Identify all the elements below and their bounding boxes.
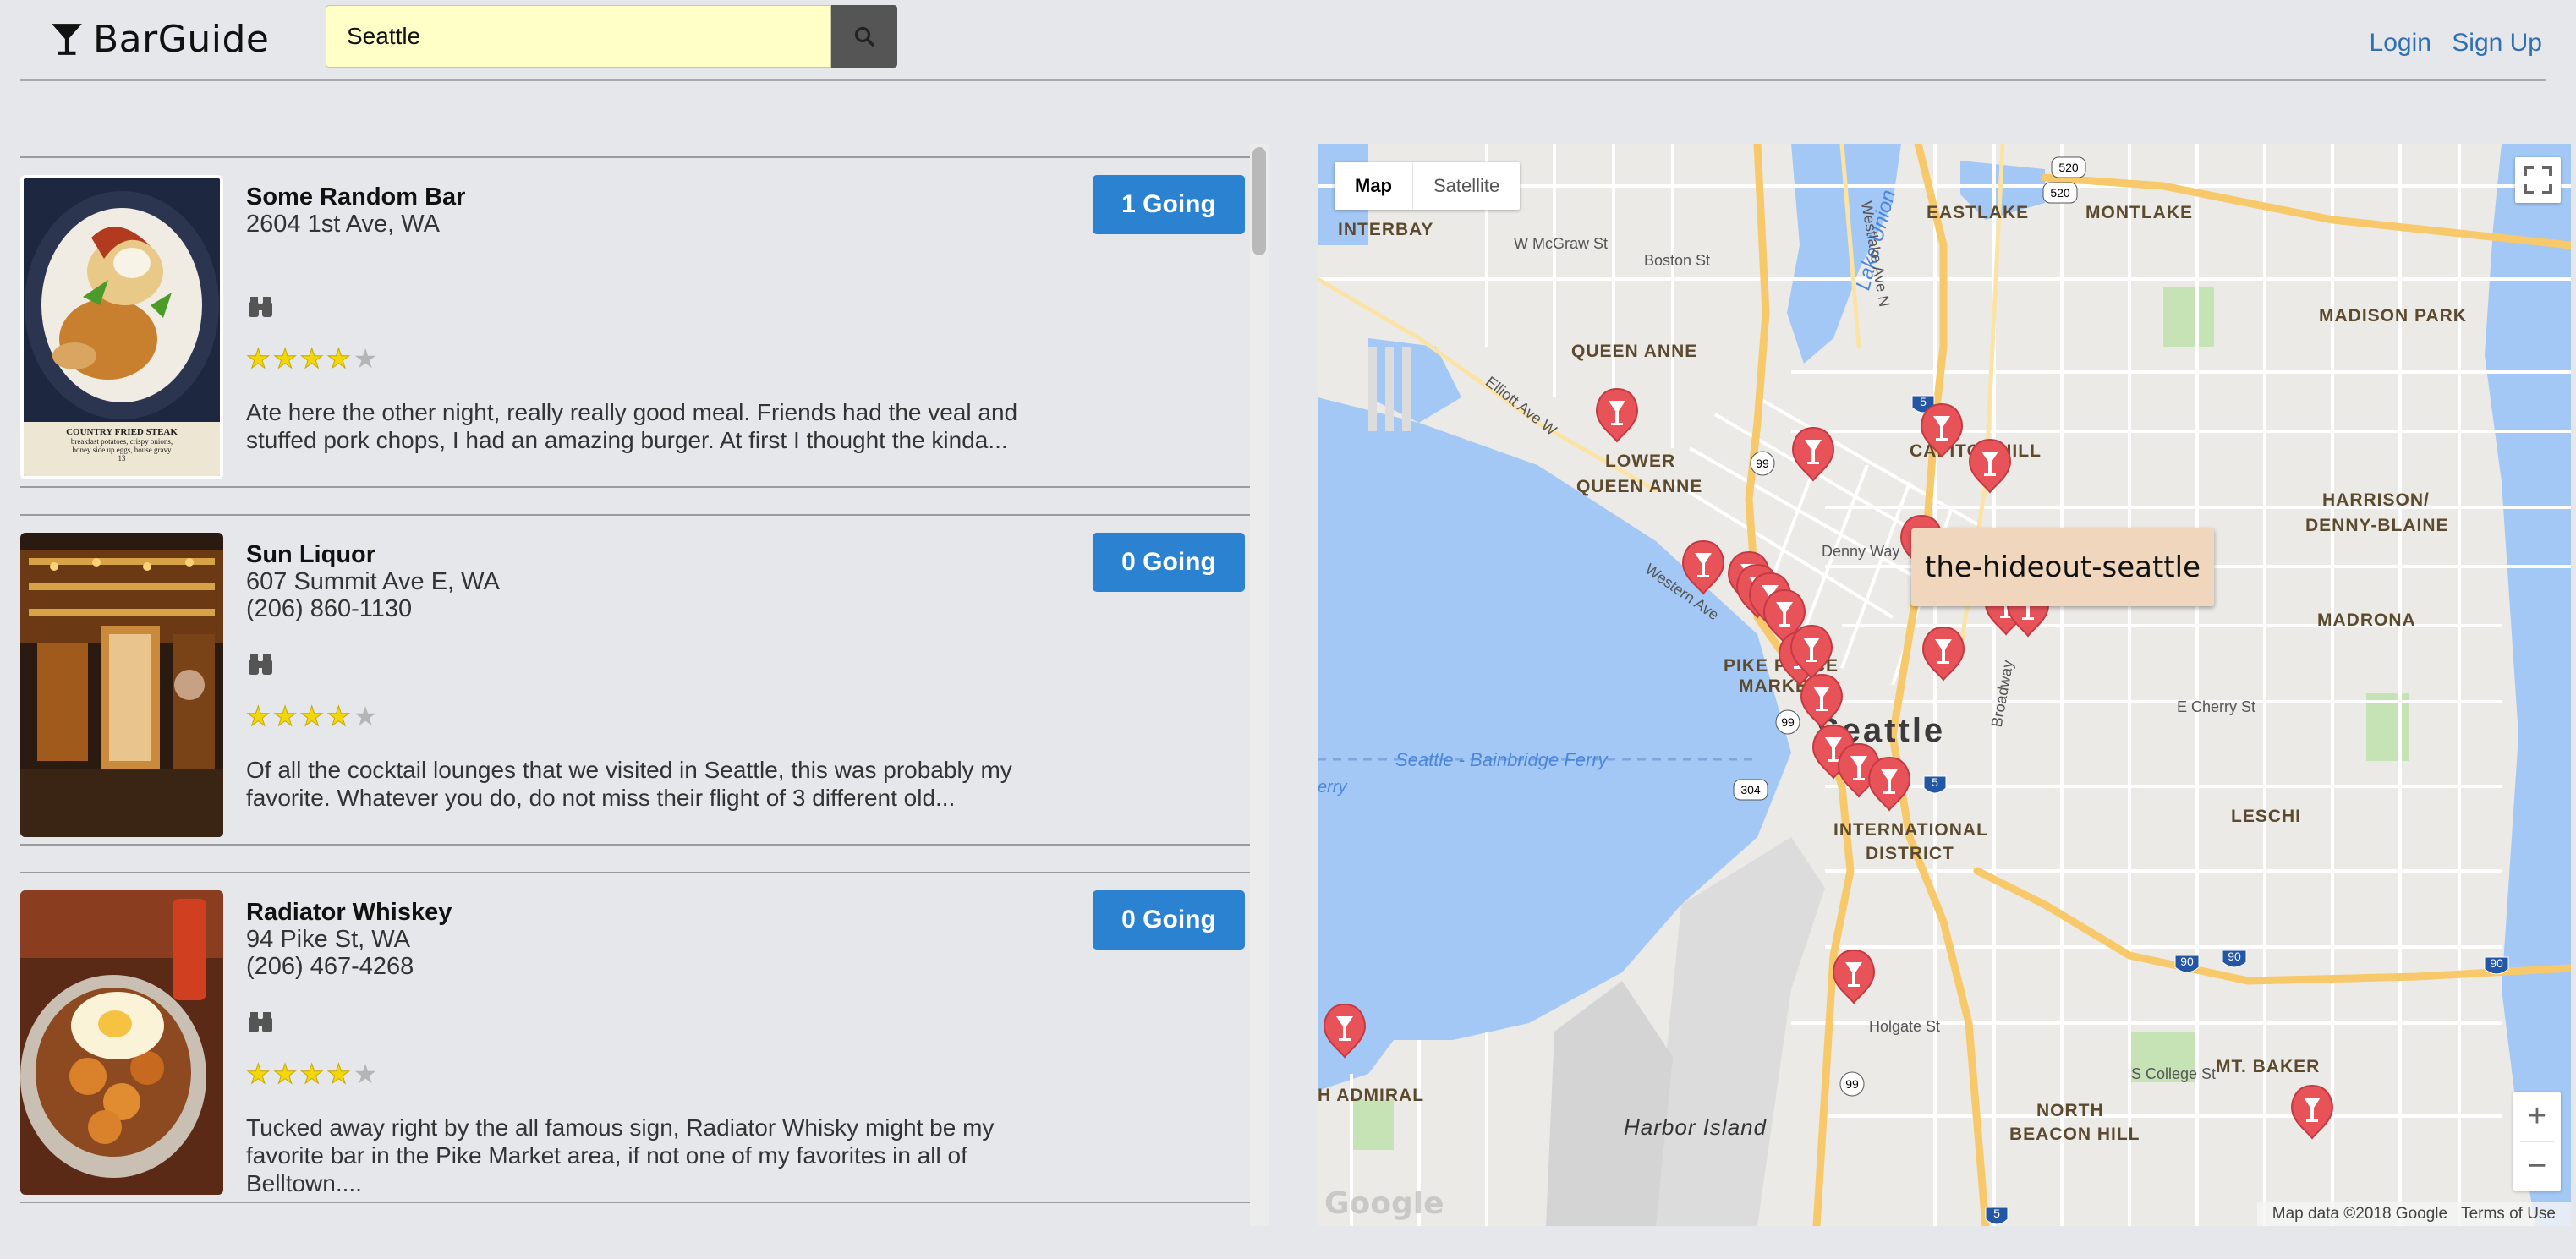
bar-photo[interactable]: COUNTRY FRIED STEAK breakfast potatoes, … <box>20 175 223 479</box>
star-empty-icon: ★ <box>353 1059 381 1089</box>
going-button[interactable]: 0 Going <box>1093 890 1245 950</box>
bar-marker <box>2291 1085 2333 1139</box>
bar-marker <box>1922 627 1965 681</box>
bar-phone: (206) 860-1130 <box>246 595 413 622</box>
bar-card[interactable]: Sun Liquor 607 Summit Ave E, WA (206) 86… <box>20 514 1250 846</box>
search-icon <box>854 26 874 47</box>
auth-links: Login Sign Up <box>2356 29 2542 57</box>
brand-name: BarGuide <box>93 17 270 61</box>
bar-marker <box>1792 427 1834 481</box>
bar-marker <box>1969 439 2011 493</box>
bar-photo[interactable] <box>20 533 223 837</box>
photo-caption-title: COUNTRY FRIED STEAK <box>66 427 178 437</box>
star-icon: ★ <box>272 343 300 375</box>
bar-card[interactable]: Radiator Whiskey 94 Pike St, WA (206) 46… <box>20 872 1250 1203</box>
star-icon: ★ <box>326 701 354 732</box>
zoom-out-button[interactable]: − <box>2513 1142 2561 1191</box>
bar-phone: (206) 467-4268 <box>246 953 414 980</box>
star-icon: ★ <box>246 701 273 732</box>
bar-address: 94 Pike St, WA <box>246 926 410 953</box>
zoom-control: + − <box>2513 1092 2561 1191</box>
star-icon: ★ <box>299 343 327 375</box>
zoom-in-button[interactable]: + <box>2513 1092 2561 1141</box>
terms-link[interactable]: Terms of Use <box>2461 1205 2556 1223</box>
star-icon: ★ <box>272 1059 300 1090</box>
star-empty-icon: ★ <box>353 343 381 374</box>
marker-tooltip: the-hideout-seattle <box>1911 528 2214 606</box>
bar-marker <box>1868 757 1910 811</box>
star-icon: ★ <box>299 1059 327 1090</box>
cocktail-glass-icon <box>52 24 82 55</box>
going-button[interactable]: 1 Going <box>1093 175 1245 234</box>
map-view[interactable]: INTERBAY EASTLAKE MONTLAKE MADISON PARK … <box>1318 144 2571 1226</box>
search-input[interactable] <box>326 5 831 68</box>
bar-marker <box>1921 403 1963 457</box>
bar-review: Of all the cocktail lounges that we visi… <box>246 757 1012 811</box>
bar-photo[interactable] <box>20 890 223 1195</box>
star-empty-icon: ★ <box>353 701 381 731</box>
bar-card[interactable]: COUNTRY FRIED STEAK breakfast potatoes, … <box>20 156 1250 488</box>
star-icon: ★ <box>326 1059 354 1090</box>
map-type-map-button[interactable]: Map <box>1335 162 1412 210</box>
login-link[interactable]: Login <box>2370 29 2431 57</box>
star-icon: ★ <box>326 343 354 375</box>
signup-link[interactable]: Sign Up <box>2452 29 2542 57</box>
star-icon: ★ <box>299 701 327 732</box>
fullscreen-button[interactable] <box>2515 157 2561 203</box>
bar-marker <box>1324 1004 1366 1058</box>
rating-stars: ★★★★★ <box>246 342 380 375</box>
star-icon: ★ <box>246 343 273 375</box>
top-bar: BarGuide Login Sign Up <box>0 0 2576 81</box>
map-type-control: Map Satellite <box>1335 162 1521 210</box>
bar-name[interactable]: Some Random Bar <box>246 183 465 211</box>
scrollbar-thumb[interactable] <box>1252 147 1266 255</box>
search-button[interactable] <box>831 5 897 68</box>
map-data-credit: Map data ©2018 Google <box>2272 1205 2448 1223</box>
photo-caption-line: breakfast potatoes, crispy onions, <box>70 437 173 446</box>
list-scrollbar[interactable] <box>1250 144 1269 1226</box>
going-button[interactable]: 0 Going <box>1093 533 1245 592</box>
binoculars-icon[interactable] <box>247 651 274 678</box>
brand-logo[interactable]: BarGuide <box>49 12 269 66</box>
star-icon: ★ <box>272 701 300 732</box>
photo-caption-price: 13 <box>118 454 126 463</box>
bar-address: 2604 1st Ave, WA <box>246 211 440 238</box>
search-bar <box>326 5 897 68</box>
bar-name[interactable]: Radiator Whiskey <box>246 899 452 927</box>
header-divider <box>20 79 2546 81</box>
bar-name[interactable]: Sun Liquor <box>246 541 375 569</box>
map-attribution: Map data ©2018 Google Terms of Use <box>2256 1202 2571 1226</box>
bar-marker <box>1833 950 1875 1004</box>
photo-caption-line: honey side up eggs, house gravy <box>72 446 172 454</box>
google-logo: Google <box>1324 1186 1444 1221</box>
binoculars-icon[interactable] <box>247 293 274 320</box>
fullscreen-icon <box>2524 166 2552 194</box>
rating-stars: ★★★★★ <box>246 1058 380 1090</box>
bar-review: Tucked away right by the all famous sign… <box>246 1114 995 1196</box>
bar-marker <box>1682 540 1724 594</box>
bar-marker <box>1596 388 1638 442</box>
bar-address: 607 Summit Ave E, WA <box>246 568 500 595</box>
bar-review: Ate here the other night, really really … <box>246 399 1018 453</box>
star-icon: ★ <box>246 1059 273 1090</box>
rating-stars: ★★★★★ <box>246 700 380 732</box>
bar-list: COUNTRY FRIED STEAK breakfast potatoes, … <box>20 144 1250 1226</box>
bar-marker <box>1800 674 1843 728</box>
map-markers[interactable] <box>1318 144 2571 1226</box>
binoculars-icon[interactable] <box>247 1009 274 1036</box>
map-type-satellite-button[interactable]: Satellite <box>1412 162 1520 210</box>
